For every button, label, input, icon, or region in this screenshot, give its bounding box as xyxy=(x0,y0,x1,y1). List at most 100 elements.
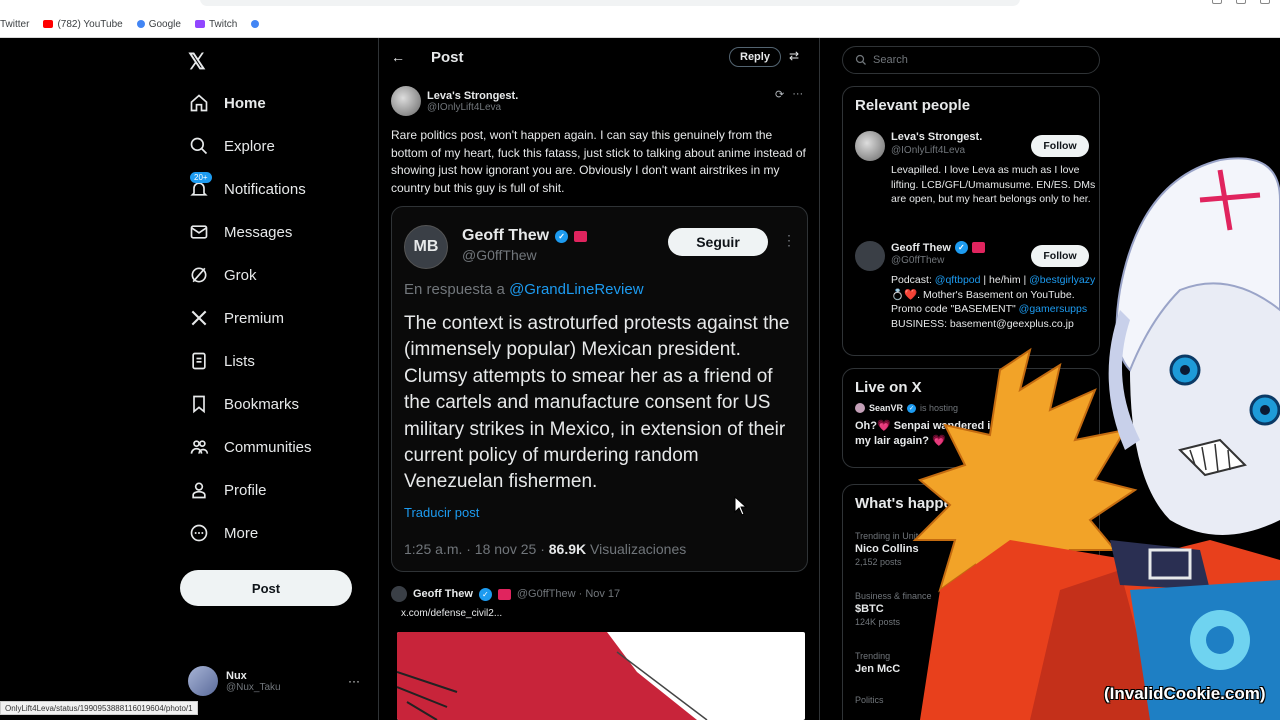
nav-label: Communities xyxy=(224,438,312,456)
bookmark-label: Twitch xyxy=(208,18,238,30)
twitch-icon xyxy=(194,20,205,28)
trend-item[interactable]: Trending Jen McC xyxy=(855,651,900,675)
bookmark-google[interactable]: Google xyxy=(136,19,181,30)
more-icon: ⋮ xyxy=(782,232,796,248)
follow-button: Seguir xyxy=(668,228,768,256)
trend-item[interactable]: Trending in United States Nico Collins 2… xyxy=(855,531,956,567)
person-handle[interactable]: @G0ffThew xyxy=(891,255,944,266)
person-name[interactable]: Leva's Strongest. xyxy=(891,131,982,143)
nav-grok[interactable]: Grok xyxy=(188,260,257,290)
account-switcher[interactable]: Nux @Nux_Taku xyxy=(188,666,281,696)
nav-label: Explore xyxy=(224,137,275,155)
bookmark-twitter[interactable]: Twitter xyxy=(0,19,29,30)
trend-name: Jen McC xyxy=(855,663,901,675)
trend-name: $BTC xyxy=(855,603,884,615)
quote-text: The context is astroturfed protests agai… xyxy=(404,313,790,493)
reply-author-handle[interactable]: @G0ffThew · Nov 17 xyxy=(517,588,620,600)
host-name: SeanVR xyxy=(869,403,904,413)
nav-bookmarks[interactable]: Bookmarks xyxy=(188,389,299,419)
mouse-cursor-icon xyxy=(734,496,748,516)
bookmarks-bar: Twitter (782) YouTube Google Twitch xyxy=(0,16,260,32)
author-handle[interactable]: @IOnlyLift4Leva xyxy=(427,102,518,113)
youtube-icon xyxy=(43,20,54,28)
person-name[interactable]: Geoff Thew xyxy=(891,242,951,254)
host-status: is hosting xyxy=(920,403,959,413)
nav-explore[interactable]: Explore xyxy=(188,131,275,161)
trend-context: Business & finance xyxy=(855,591,932,601)
more-icon[interactable]: ··· xyxy=(792,88,803,101)
left-nav: 𝕏 Home Explore 20+ Notifications Message… xyxy=(178,38,378,720)
quote-views-label: Visualizaciones xyxy=(590,541,687,557)
nav-notifications[interactable]: 20+ Notifications xyxy=(188,172,306,204)
avatar[interactable] xyxy=(855,131,885,161)
bio-text: Podcast: xyxy=(891,274,935,286)
right-sidebar: Search Relevant people Leva's Strongest.… xyxy=(842,38,1100,720)
reply-post[interactable]: Geoff Thew ✓ @G0ffThew · Nov 17 xyxy=(391,586,620,602)
reply-button[interactable]: Reply xyxy=(729,47,781,67)
verified-icon: ✓ xyxy=(954,241,968,254)
bio-link[interactable]: @qftbpod xyxy=(935,274,981,286)
grok-icon xyxy=(188,264,210,286)
live-host[interactable]: SeanVR ✓ is hosting xyxy=(855,403,958,413)
post-button[interactable]: Post xyxy=(180,570,352,606)
reply-author-name[interactable]: Geoff Thew xyxy=(413,588,473,600)
bookmark-icon xyxy=(188,393,210,415)
grok-icon[interactable]: ⟳ xyxy=(775,88,784,101)
nav-home[interactable]: Home xyxy=(188,88,266,118)
bookmark-twitch[interactable]: Twitch xyxy=(194,18,238,30)
bookmark-youtube[interactable]: (782) YouTube xyxy=(43,19,123,30)
nav-more[interactable]: More xyxy=(188,518,258,548)
back-arrow-icon[interactable]: ← xyxy=(391,49,405,65)
nav-premium[interactable]: Premium xyxy=(188,303,284,333)
reply-context: En respuesta a @GrandLineReview xyxy=(404,281,644,298)
close-icon[interactable] xyxy=(1260,0,1270,4)
whats-happening-panel: What's happening Trending in United Stat… xyxy=(842,484,1100,720)
panel-title: Relevant people xyxy=(855,97,971,114)
reply-image[interactable] xyxy=(397,632,805,720)
author-name[interactable]: Leva's Strongest. xyxy=(427,90,518,102)
post-text: Rare politics post, won't happen again. … xyxy=(391,128,806,195)
post-author[interactable]: Leva's Strongest. @IOnlyLift4Leva xyxy=(391,86,518,116)
nav-profile[interactable]: Profile xyxy=(188,475,267,505)
notification-badge: 20+ xyxy=(190,172,212,183)
nav-messages[interactable]: Messages xyxy=(188,217,292,247)
search-placeholder: Search xyxy=(873,54,908,66)
avatar[interactable] xyxy=(391,586,407,602)
trend-context: Trending xyxy=(855,651,891,661)
reply-link[interactable]: x.com/defense_civil2... xyxy=(401,608,502,619)
space-title[interactable]: Oh?💗 Senpai wandered in my lair again? 💗 xyxy=(855,419,1005,449)
maximize-icon[interactable] xyxy=(1236,0,1246,4)
search-input[interactable]: Search xyxy=(842,46,1100,74)
trend-item[interactable]: Politics xyxy=(855,695,884,705)
avatar[interactable] xyxy=(391,86,421,116)
reply-mention: @GrandLineReview xyxy=(509,281,644,298)
bio-link[interactable]: @bestgirlyazy xyxy=(1029,274,1095,286)
nav-label: Bookmarks xyxy=(224,395,300,413)
trend-item[interactable]: Business & finance $BTC 124K posts xyxy=(855,591,932,627)
bio-text: | he/him | xyxy=(980,274,1030,286)
nav-label: Premium xyxy=(224,309,285,327)
nav-label: Notifications xyxy=(224,180,306,198)
live-panel: Live on X SeanVR ✓ is hosting Oh?💗 Senpa… xyxy=(842,368,1100,468)
nav-label: Messages xyxy=(224,223,293,241)
nav-communities[interactable]: Communities xyxy=(188,432,312,462)
home-icon xyxy=(188,92,210,114)
x-logo-icon[interactable]: 𝕏 xyxy=(188,49,206,75)
minimize-icon[interactable] xyxy=(1212,0,1222,4)
follow-button[interactable]: Follow xyxy=(1031,135,1089,157)
nav-label: More xyxy=(224,524,259,542)
bookmark-google-2[interactable] xyxy=(251,20,260,28)
quoted-post-image[interactable]: MB Geoff Thew ✓ @G0ffThew Seguir ⋮ En re… xyxy=(391,206,808,572)
address-bar[interactable] xyxy=(200,0,1020,6)
panel-title: What's happening xyxy=(855,495,984,512)
nav-lists[interactable]: Lists xyxy=(188,346,255,376)
google-icon xyxy=(136,20,145,28)
person-name-row[interactable]: Geoff Thew ✓ xyxy=(891,241,985,254)
person-handle[interactable]: @IOnlyLift4Leva xyxy=(891,145,965,156)
account-more-icon[interactable]: ··· xyxy=(348,674,360,688)
bio-link[interactable]: @gamersupps xyxy=(1019,303,1087,315)
avatar[interactable] xyxy=(855,241,885,271)
follow-button[interactable]: Follow xyxy=(1031,245,1089,267)
tune-icon[interactable]: ⇄ xyxy=(789,49,799,63)
trend-context: Politics xyxy=(855,695,884,705)
